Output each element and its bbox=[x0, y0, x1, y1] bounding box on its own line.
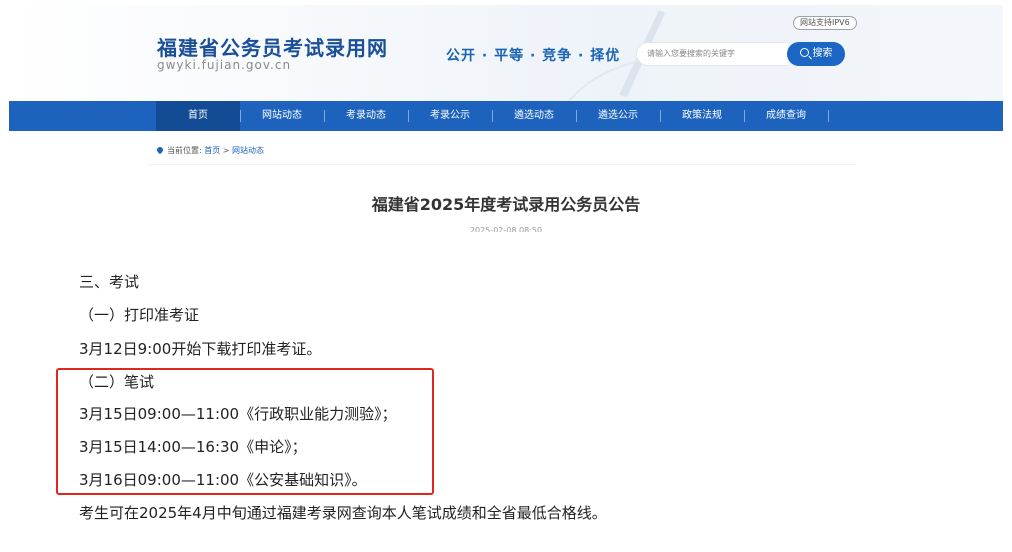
ipv6-badge: 网站支持IPV6 bbox=[793, 16, 857, 30]
search-button[interactable]: 搜索 bbox=[787, 42, 845, 66]
search-input[interactable]: 请输入您要搜索的关键字 bbox=[636, 42, 788, 66]
nav-item-site-news[interactable]: 网站动态 bbox=[240, 101, 324, 131]
site-title[interactable]: 福建省公务员考试录用网 bbox=[157, 32, 388, 61]
site-domain: gwyki.fujian.gov.cn bbox=[157, 58, 292, 72]
article-line: 考生可在2025年4月中旬通过福建考录网查询本人笔试成绩和全省最低合格线。 bbox=[79, 504, 607, 522]
breadcrumb-home-link[interactable]: 首页 bbox=[204, 146, 220, 155]
nav-divider bbox=[828, 110, 829, 122]
site-slogan: 公开 · 平等 · 竞争 · 择优 bbox=[446, 48, 621, 64]
article-line: 3月12日9:00开始下载打印准考证。 bbox=[79, 340, 322, 358]
article-title: 福建省2025年度考试录用公务员公告 bbox=[371, 195, 641, 214]
nav-item-selection-publicity[interactable]: 遴选公示 bbox=[576, 101, 660, 131]
article-date: 2025-02-08 08:50 bbox=[469, 226, 543, 232]
search-button-label: 搜索 bbox=[812, 48, 833, 59]
breadcrumb-divider bbox=[148, 164, 856, 165]
site-header: 福建省公务员考试录用网 gwyki.fujian.gov.cn 公开 · 平等 … bbox=[9, 5, 1003, 101]
article-line: （一）打印准考证 bbox=[79, 306, 200, 324]
location-pin-icon bbox=[155, 145, 165, 155]
article-line: 三、考试 bbox=[79, 273, 140, 291]
nav-item-exam-publicity[interactable]: 考录公示 bbox=[408, 101, 492, 131]
breadcrumb: 当前位置: 首页 > 网站动态 bbox=[155, 145, 264, 156]
breadcrumb-prefix: 当前位置: bbox=[167, 146, 202, 155]
nav-item-selection-news[interactable]: 遴选动态 bbox=[492, 101, 576, 131]
breadcrumb-separator: > bbox=[222, 146, 230, 155]
search-icon bbox=[799, 48, 809, 57]
nav-item-exam-news[interactable]: 考录动态 bbox=[324, 101, 408, 131]
nav-item-policy[interactable]: 政策法规 bbox=[660, 101, 744, 131]
highlight-box bbox=[56, 368, 434, 495]
main-nav: 首页 网站动态 考录动态 考录公示 遴选动态 遴选公示 政策法规 成绩查询 bbox=[9, 101, 1003, 131]
breadcrumb-current-link[interactable]: 网站动态 bbox=[232, 146, 264, 155]
nav-item-home[interactable]: 首页 bbox=[156, 101, 240, 131]
nav-item-score-query[interactable]: 成绩查询 bbox=[744, 101, 828, 131]
